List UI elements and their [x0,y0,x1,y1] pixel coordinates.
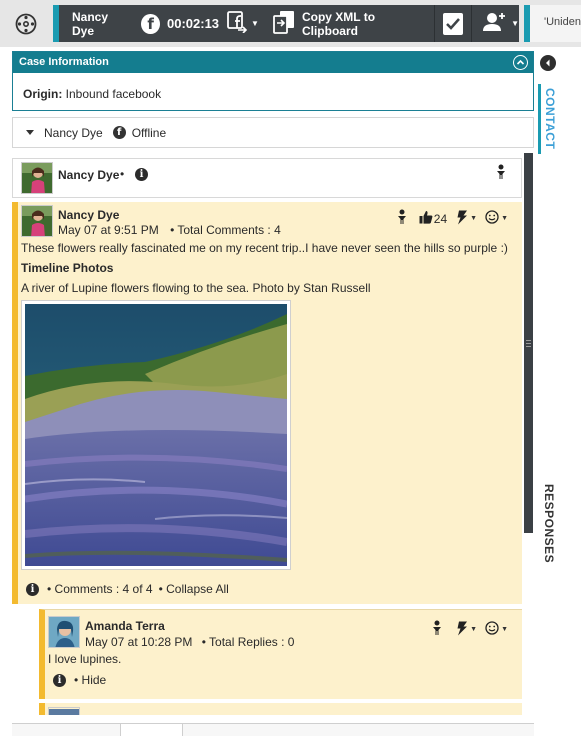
comment-text: I love lupines. [48,652,122,666]
facebook-transfer-icon[interactable] [227,11,249,36]
post-footer: i • Comments : 4 of 4 • Collapse All [26,582,229,596]
party-action-icon[interactable] [482,12,506,35]
responses-side-tab-label: RESPONSES [542,484,556,564]
interaction-home-icon[interactable] [14,12,38,36]
bottom-tab[interactable] [120,724,182,736]
post-text: These flowers really fascinated me on my… [21,241,508,255]
case-origin-row: Origin: Inbound facebook [13,73,533,101]
contact-name: Nancy Dye [44,125,103,140]
post-caption: A river of Lupine flowers flowing to the… [21,281,371,295]
comment-actions: ▼ ▼ [430,620,508,639]
post-author[interactable]: Nancy Dye [58,208,119,222]
avatar [21,162,53,194]
collapse-all-link[interactable]: • Collapse All [159,582,229,596]
post-subtitle: Timeline Photos [21,261,114,275]
contact-side-tab[interactable]: CONTACT [538,84,560,154]
responses-side-tab[interactable]: RESPONSES [538,478,560,572]
chevron-down-icon[interactable]: ▼ [470,626,477,633]
comment-footer: i • Hide [53,673,106,687]
post-photo[interactable] [21,300,291,570]
info-icon[interactable]: i [135,168,148,181]
comment-item [39,703,522,715]
copy-xml-icon[interactable] [273,10,295,37]
comment-author[interactable]: Amanda Terra [85,619,165,633]
post-date: May 07 at 9:51 PM [58,223,159,237]
comments-counter[interactable]: • Comments : 4 of 4 [47,582,153,596]
interaction-contact-name[interactable]: Nancy Dye [72,10,129,38]
thumbs-up-icon[interactable] [419,210,433,227]
interaction-timer: 00:02:13 [166,16,220,31]
facebook-page-header: Nancy Dye • i [12,158,522,198]
chevron-down-icon[interactable]: ▼ [251,19,259,28]
toolbar-divider [471,5,473,42]
lightning-action-icon[interactable] [456,210,468,228]
checkmark-icon[interactable] [442,12,464,35]
expand-triangle-icon[interactable] [26,130,34,135]
chevron-down-icon[interactable]: ▼ [501,626,508,633]
lupine-hillside-photo [24,304,288,566]
like-count: 24 [433,211,448,226]
scrollbar-grip[interactable] [524,338,533,350]
case-information-header[interactable]: Case Information [13,52,533,73]
post-actions: 24 ▼ ▼ [395,209,508,228]
case-information-title: Case Information [19,56,109,68]
case-information-panel: Case Information Origin: Inbound faceboo… [12,51,534,111]
toolbar-divider [433,5,435,42]
collapse-left-arrow-icon[interactable] [540,55,556,71]
active-interaction-strip: Nancy Dye f 00:02:13 ▼ Copy XML to Clipb… [53,5,519,42]
facebook-post: Nancy Dye May 07 at 9:51 PM • Total Comm… [12,202,522,604]
hide-link[interactable]: • Hide [74,673,106,687]
avatar [21,205,53,237]
info-icon[interactable]: i [53,673,66,687]
person-icon[interactable] [494,164,508,183]
avatar [48,707,80,715]
person-icon[interactable] [430,620,444,639]
bottom-tab-bar [12,723,534,736]
next-interaction-tab[interactable]: 'Uniden [524,5,581,42]
comment-item: Amanda Terra May 07 at 10:28 PM • Total … [39,609,522,699]
comment-total-replies: • Total Replies : 0 [201,635,295,649]
facebook-icon: f [112,126,126,139]
info-icon[interactable]: i [26,582,39,596]
smiley-icon[interactable] [485,621,499,638]
avatar [48,616,80,648]
comment-meta: May 07 at 10:28 PM • Total Replies : 0 [85,635,294,649]
bottom-tab[interactable] [12,724,120,736]
post-total-comments: • Total Comments : 4 [170,223,281,237]
lightning-action-icon[interactable] [456,621,468,639]
interaction-toolbar: Nancy Dye f 00:02:13 ▼ Copy XML to Clipb… [0,0,581,47]
contact-row[interactable]: Nancy Dye f Offline [12,117,534,148]
bottom-tab[interactable] [182,724,534,736]
smiley-icon[interactable] [485,210,499,227]
page-name[interactable]: Nancy Dye [58,168,119,182]
case-origin-value: Inbound facebook [65,87,162,101]
person-icon[interactable] [395,209,409,228]
post-meta: May 07 at 9:51 PM • Total Comments : 4 [58,223,281,237]
contact-side-tab-label: CONTACT [543,88,557,150]
separator-dot: • [120,167,125,181]
copy-xml-button[interactable]: Copy XML to Clipboard [302,10,426,38]
facebook-icon: f [141,13,160,34]
comment-date: May 07 at 10:28 PM [85,635,193,649]
case-origin-label: Origin: [23,87,63,101]
chevron-down-icon[interactable]: ▼ [501,215,508,222]
chevron-down-icon[interactable]: ▼ [511,19,519,28]
contact-status: Offline [131,125,167,140]
chevron-down-icon[interactable]: ▼ [470,215,477,222]
collapse-chevron-up-icon[interactable] [513,55,528,70]
